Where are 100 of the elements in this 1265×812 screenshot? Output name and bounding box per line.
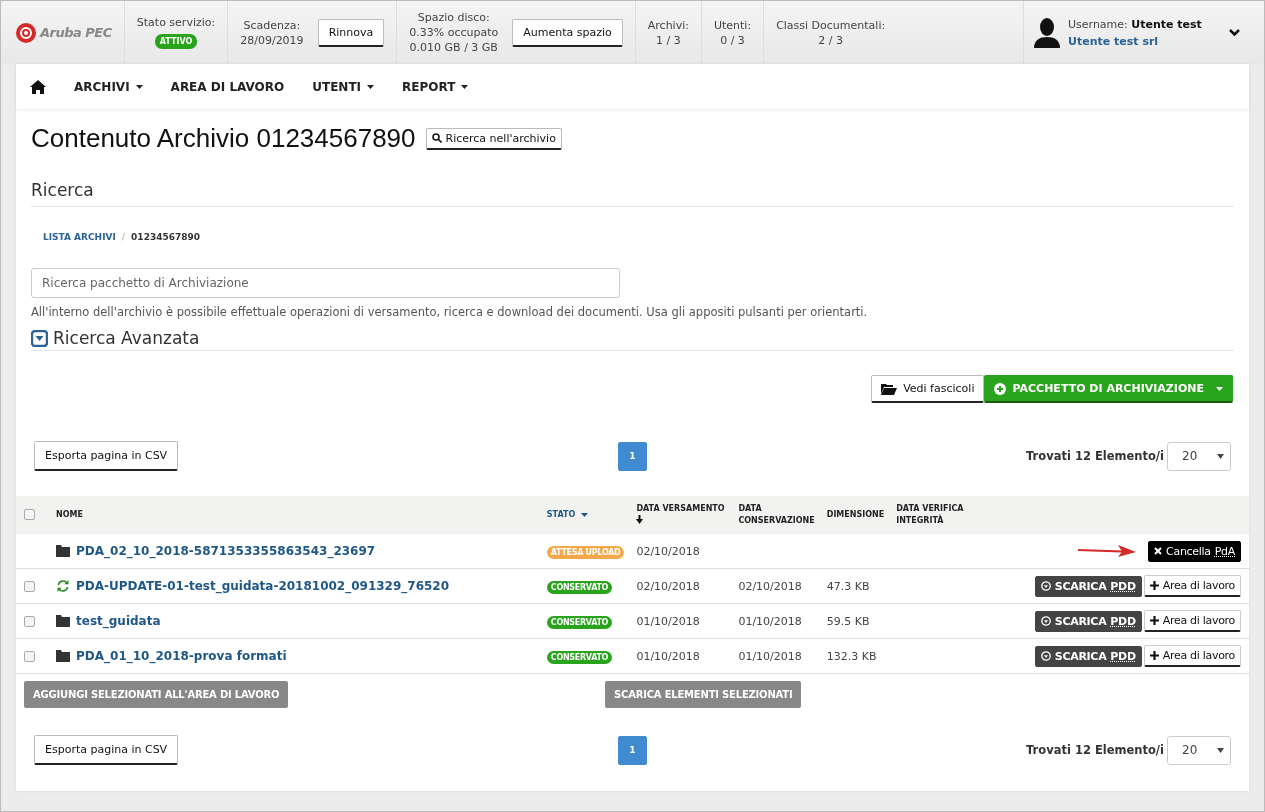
status-badge: CONSERVATO bbox=[546, 650, 613, 664]
table-cell: 01/10/2018 bbox=[738, 614, 802, 628]
search-icon bbox=[431, 133, 442, 143]
row-checkbox[interactable] bbox=[24, 616, 35, 627]
status-badge: CONSERVATO bbox=[546, 580, 613, 594]
stat-label: Scadenza: bbox=[243, 18, 301, 32]
stat-label: Utenti: bbox=[713, 18, 752, 32]
caret-icon bbox=[581, 513, 589, 517]
table-cell: 02/10/2018 bbox=[636, 544, 700, 558]
search-field[interactable]: Ricerca pacchetto di Archiviazione bbox=[31, 268, 620, 298]
caret-icon bbox=[1217, 747, 1224, 753]
stat-value: 0.33% occupato bbox=[409, 26, 499, 39]
username: Username: Utente test bbox=[1068, 17, 1203, 31]
export-csv-button[interactable]: Esporta pagina in CSV bbox=[34, 441, 179, 471]
add-to-workspace-button[interactable]: Area di lavoro bbox=[1143, 610, 1241, 632]
export-csv-button[interactable]: Esporta pagina in CSV bbox=[34, 735, 179, 765]
home-icon[interactable] bbox=[30, 79, 46, 94]
header-button[interactable]: Rinnova bbox=[317, 18, 385, 47]
plus-icon bbox=[1149, 581, 1159, 590]
page-button[interactable]: 1 bbox=[618, 735, 647, 765]
download-button[interactable]: SCARICA PDD bbox=[1034, 575, 1142, 597]
plus-circle-icon bbox=[994, 382, 1007, 395]
breadcrumb-current: 01234567890 bbox=[131, 232, 200, 242]
row-checkbox[interactable] bbox=[24, 581, 35, 592]
company-link[interactable]: Utente test srl bbox=[1068, 34, 1221, 48]
caret-icon bbox=[135, 84, 143, 89]
archive-search-button[interactable]: Ricerca nell'archivio bbox=[425, 127, 562, 150]
caret-icon bbox=[461, 84, 469, 89]
breadcrumb-link[interactable]: LISTA ARCHIVI bbox=[43, 232, 116, 242]
logo-icon bbox=[15, 21, 37, 44]
download-circle-icon bbox=[1040, 651, 1051, 661]
add-to-workspace-button[interactable]: Area di lavoro bbox=[1143, 575, 1241, 597]
page-title: Contenuto Archivio 01234567890 bbox=[31, 123, 416, 154]
folder-icon bbox=[881, 382, 898, 395]
stat-value: 28/09/2019 bbox=[240, 33, 304, 47]
expand-toggle-icon[interactable] bbox=[31, 329, 48, 347]
table-cell: 02/10/2018 bbox=[636, 579, 700, 593]
package-name-link[interactable]: PDA_02_10_2018-5871353355863543_23697 bbox=[76, 544, 376, 558]
user-avatar-icon bbox=[1034, 17, 1060, 48]
nav-menu-item[interactable]: UTENTI bbox=[312, 79, 375, 94]
table-cell: 47.3 KB bbox=[826, 579, 870, 593]
stat-value: 2 / 3 bbox=[818, 34, 843, 47]
plus-icon bbox=[1149, 651, 1159, 660]
column-header: DIMENSIONE bbox=[826, 509, 885, 521]
nav-menu-item[interactable]: AREA DI LAVORO bbox=[170, 79, 285, 94]
download-button[interactable]: SCARICA PDD bbox=[1034, 610, 1142, 632]
sort-arrow-icon bbox=[636, 514, 644, 524]
chevron-down-icon[interactable] bbox=[1229, 28, 1240, 37]
select-all-checkbox[interactable] bbox=[24, 509, 35, 520]
column-header: NOME bbox=[56, 509, 83, 521]
add-to-workspace-button[interactable]: Area di lavoro bbox=[1143, 645, 1241, 667]
table-cell: 01/10/2018 bbox=[636, 614, 700, 628]
brand-name: Aruba PEC bbox=[40, 25, 112, 40]
view-folders-button[interactable]: Vedi fascicoli bbox=[871, 375, 985, 403]
package-name-link[interactable]: PDA-UPDATE-01-test_guidata-20181002_091329_76520 bbox=[76, 579, 450, 593]
delete-package-button[interactable]: Cancella PdA bbox=[1148, 540, 1241, 562]
column-header: DATA CONSERVAZIONE bbox=[738, 503, 815, 527]
table-cell: 01/10/2018 bbox=[738, 649, 802, 663]
table-cell: 01/10/2018 bbox=[636, 649, 700, 663]
caret-icon bbox=[367, 84, 375, 89]
table-cell: 132.3 KB bbox=[826, 649, 877, 663]
advanced-search-title[interactable]: Ricerca Avanzata bbox=[53, 328, 200, 348]
stat-value: 0 / 3 bbox=[720, 33, 745, 47]
results-count: Trovati 12 Elemento/i bbox=[1026, 449, 1164, 463]
row-checkbox[interactable] bbox=[24, 651, 35, 662]
stat-label: Spazio disco: bbox=[417, 11, 490, 24]
caret-icon bbox=[1216, 386, 1223, 391]
breadcrumb-separator: / bbox=[121, 232, 126, 242]
stat-value: 0.010 GB / 3 GB bbox=[409, 41, 498, 54]
folder-icon bbox=[56, 545, 70, 557]
page-size-select[interactable]: 20 bbox=[1167, 441, 1231, 471]
nav-menu-item[interactable]: ARCHIVI bbox=[74, 79, 143, 94]
folder-icon bbox=[56, 615, 70, 627]
download-button[interactable]: SCARICA PDD bbox=[1034, 645, 1142, 667]
nav-menu-item[interactable]: REPORT bbox=[402, 79, 469, 94]
stat-label: Archivi: bbox=[647, 18, 689, 32]
header-button[interactable]: Aumenta spazio bbox=[512, 18, 623, 47]
stat-value: 1 / 3 bbox=[656, 33, 681, 47]
package-name-link[interactable]: PDA_01_10_2018-prova formati bbox=[76, 649, 287, 663]
results-count: Trovati 12 Elemento/i bbox=[1026, 743, 1164, 757]
download-circle-icon bbox=[1040, 616, 1051, 626]
folder-icon bbox=[56, 650, 70, 662]
download-circle-icon bbox=[1040, 581, 1051, 591]
package-name-link[interactable]: test_guidata bbox=[76, 614, 161, 628]
status-badge: ATTIVO bbox=[154, 34, 198, 49]
status-badge: ATTESA UPLOAD bbox=[546, 545, 625, 559]
plus-icon bbox=[1149, 616, 1159, 625]
sync-icon bbox=[56, 579, 70, 593]
column-header[interactable]: STATO bbox=[546, 509, 589, 521]
caret-icon bbox=[1217, 453, 1224, 459]
page-button[interactable]: 1 bbox=[618, 441, 647, 471]
column-header: DATA VERIFICA INTEGRITÀ bbox=[896, 503, 965, 527]
section-title: Ricerca bbox=[31, 180, 94, 200]
status-badge: CONSERVATO bbox=[546, 615, 613, 629]
stat-label: Classi Documentali: bbox=[776, 19, 886, 32]
table-cell: 59.5 KB bbox=[826, 614, 870, 628]
stat-label: Stato servizio: bbox=[136, 16, 216, 29]
help-text: All'interno dell'archivio è possibile effettuale operazioni di versamento, ricerca e download dei documenti. Usa gli appositi pulsanti per orientarti. bbox=[31, 305, 869, 319]
page-size-select[interactable]: 20 bbox=[1167, 735, 1231, 765]
close-icon bbox=[1154, 547, 1163, 555]
